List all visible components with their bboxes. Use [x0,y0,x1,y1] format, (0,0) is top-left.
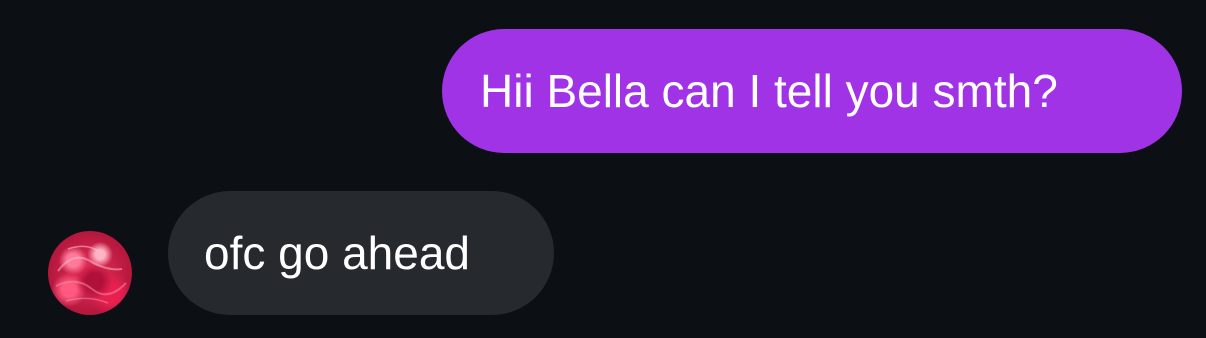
sent-message-bubble[interactable]: Hii Bella can I tell you smth? [442,29,1182,153]
chat-thread: Hii Bella can I tell you smth? ofc go ah… [0,0,1206,338]
profile-photo-icon [55,245,127,304]
received-message-text: ofc go ahead [204,227,471,279]
contact-avatar[interactable] [48,231,132,315]
received-message-bubble[interactable]: ofc go ahead [168,191,554,315]
sent-message-text: Hii Bella can I tell you smth? [480,65,1058,117]
